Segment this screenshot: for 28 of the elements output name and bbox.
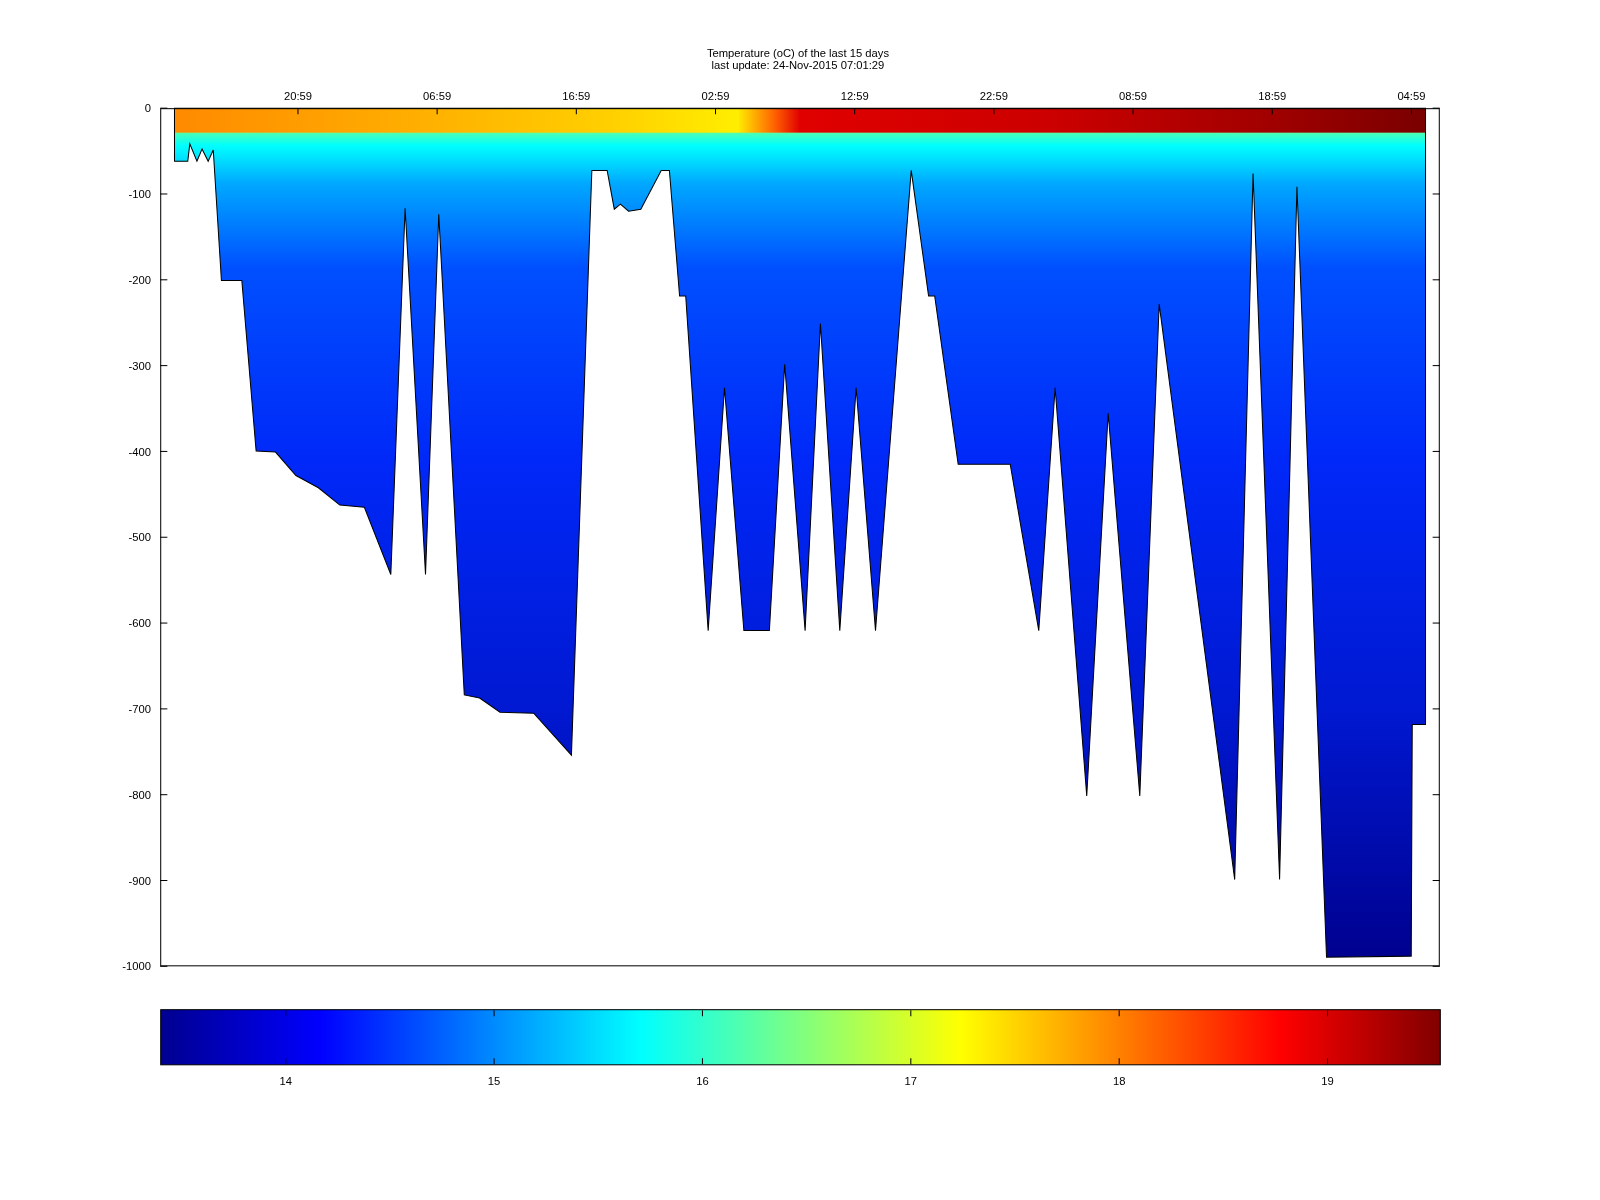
colorbar-tick-label: 17 — [904, 1074, 918, 1087]
axis-tick-label: -500 — [128, 531, 151, 544]
axis-tick-label: 06:59 — [423, 90, 452, 102]
chart-title: last update: 24-Nov-2015 07:01:29 — [711, 59, 885, 72]
colorbar-tick-label: 14 — [279, 1074, 292, 1087]
colorbar-tick-label: 15 — [487, 1074, 501, 1087]
axis-tick-label: -1000 — [122, 960, 151, 973]
axis-tick-label: 16:59 — [562, 90, 591, 102]
axis-tick-label: 0 — [144, 102, 151, 115]
colorbar-tick-label: 16 — [696, 1074, 709, 1087]
axis-tick-label: 04:59 — [1397, 90, 1426, 102]
axis-tick-label: -200 — [128, 273, 151, 286]
axis-tick-label: -800 — [128, 788, 151, 801]
axis-tick-label: 22:59 — [979, 90, 1008, 102]
colorbar-tick-label: 18 — [1112, 1074, 1126, 1087]
axis-tick-label: 18:59 — [1258, 90, 1287, 102]
axis-tick-label: 02:59 — [701, 90, 730, 102]
axis-tick-label: -700 — [128, 702, 151, 715]
axis-tick-label: -400 — [128, 445, 151, 458]
chart-title: Temperature (oC) of the last 15 days — [706, 47, 889, 60]
axis-tick-label: 20:59 — [283, 90, 312, 102]
axis-tick-label: -900 — [128, 874, 151, 887]
axis-tick-label: 08:59 — [1119, 90, 1148, 102]
axis-tick-label: 12:59 — [840, 90, 869, 102]
axis-tick-label: -600 — [128, 617, 151, 630]
axis-tick-label: -100 — [128, 188, 151, 201]
colorbar-tick-label: 19 — [1321, 1074, 1334, 1087]
axis-tick-label: -300 — [128, 359, 151, 372]
